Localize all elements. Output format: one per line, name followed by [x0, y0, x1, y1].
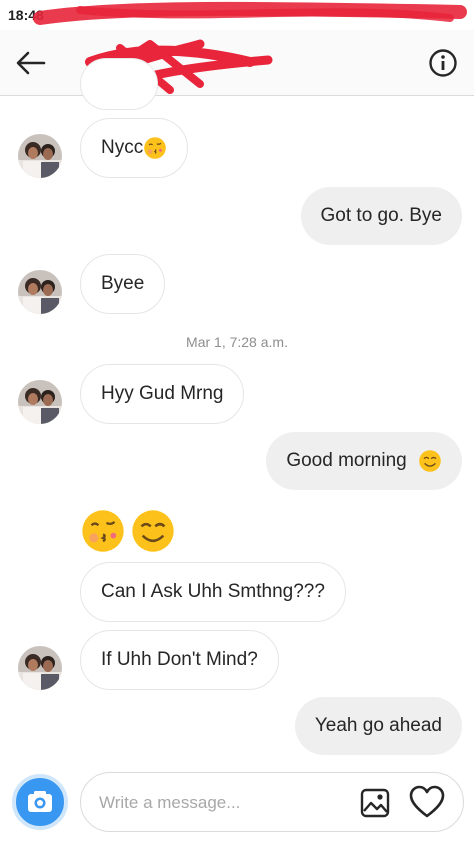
- message-text: Can I Ask Uhh Smthng???: [101, 581, 325, 602]
- status-time: 18:48: [8, 7, 44, 23]
- message-bubble-incoming[interactable]: If Uhh Don't Mind?: [80, 630, 279, 690]
- heart-icon: [409, 785, 445, 818]
- smiling-face-emoji-icon: [418, 449, 442, 473]
- message-bubble-incoming[interactable]: Hyy Gud Mrng: [80, 364, 245, 424]
- message-text: Good morning: [286, 450, 407, 471]
- message-composer: [0, 768, 474, 842]
- kissing-face-emoji-icon: [143, 136, 167, 160]
- message-bubble-incoming[interactable]: Can I Ask Uhh Smthng???: [80, 562, 346, 622]
- info-circle-icon: [429, 49, 457, 77]
- emoji-message[interactable]: [80, 508, 176, 554]
- like-button[interactable]: [409, 785, 445, 819]
- message-text: Got to go. Bye: [320, 205, 442, 226]
- message-bubble-outgoing[interactable]: Got to go. Bye: [300, 187, 462, 245]
- timestamp: Mar 1, 7:28 a.m.: [186, 334, 288, 350]
- arrow-left-icon: [16, 51, 46, 75]
- message-text: Nycc: [101, 137, 144, 158]
- message-text: Yeah go ahead: [314, 715, 442, 736]
- camera-icon: [28, 791, 52, 812]
- chat-header: [0, 30, 474, 96]
- message-bubble-incoming[interactable]: Nycc: [80, 118, 189, 178]
- message-bubble-outgoing[interactable]: Good morning: [266, 432, 462, 490]
- camera-button[interactable]: [12, 774, 68, 830]
- message-text: If Uhh Don't Mind?: [101, 649, 258, 670]
- smiling-face-emoji-icon: [130, 508, 176, 554]
- status-bar: 18:48: [0, 0, 474, 30]
- avatar[interactable]: [18, 270, 62, 314]
- message-text: Hyy Gud Mrng: [101, 383, 224, 404]
- message-bubble-outgoing[interactable]: Yeah go ahead: [294, 697, 462, 755]
- message-bubble-partial: [80, 58, 158, 110]
- message-bubble-incoming[interactable]: Byee: [80, 254, 166, 314]
- info-button[interactable]: [428, 48, 458, 78]
- gallery-icon: [360, 788, 390, 818]
- message-input-container[interactable]: [80, 772, 464, 832]
- message-input[interactable]: [99, 789, 349, 817]
- message-text: Byee: [101, 273, 145, 294]
- back-button[interactable]: [14, 48, 48, 78]
- avatar[interactable]: [18, 646, 62, 690]
- avatar[interactable]: [18, 134, 62, 178]
- avatar[interactable]: [18, 380, 62, 424]
- kissing-face-emoji-icon: [80, 508, 126, 554]
- gallery-button[interactable]: [359, 787, 391, 819]
